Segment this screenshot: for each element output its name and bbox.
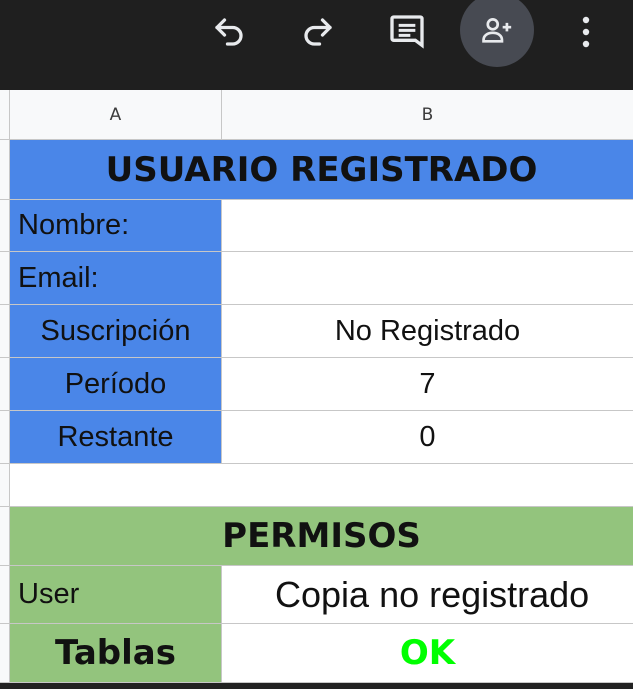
cell-label-user[interactable]: User (10, 566, 222, 624)
empty-row[interactable] (10, 464, 633, 507)
redo-button[interactable] (295, 0, 341, 64)
cell-value-user[interactable]: Copia no registrado (222, 566, 633, 624)
more-vert-icon (582, 16, 590, 48)
cell-label-suscripcion[interactable]: Suscripción (10, 305, 222, 358)
cell-value-periodo[interactable]: 7 (222, 358, 633, 411)
row-header[interactable] (0, 566, 10, 624)
undo-button[interactable] (206, 0, 252, 64)
cell-value-email[interactable] (222, 252, 633, 305)
cell-label-tablas[interactable]: Tablas (10, 624, 222, 683)
more-options-button[interactable] (570, 0, 602, 64)
section-title-usuario[interactable]: USUARIO REGISTRADO (10, 140, 633, 200)
cell-value-suscripcion[interactable]: No Registrado (222, 305, 633, 358)
row-header[interactable] (0, 624, 10, 683)
comment-icon (390, 15, 424, 49)
cell-value-nombre[interactable] (222, 200, 633, 252)
cell-label-nombre[interactable]: Nombre: (10, 200, 222, 252)
share-button[interactable] (460, 0, 534, 67)
app-toolbar (0, 0, 633, 90)
row-header[interactable] (0, 358, 10, 411)
undo-icon (215, 18, 243, 46)
redo-icon (304, 18, 332, 46)
column-header-a[interactable]: A (10, 90, 222, 140)
row-header[interactable] (0, 464, 10, 507)
row-header[interactable] (0, 305, 10, 358)
cell-label-restante[interactable]: Restante (10, 411, 222, 464)
row-header[interactable] (0, 507, 10, 566)
row-header[interactable] (0, 200, 10, 252)
comment-button[interactable] (384, 0, 430, 64)
cell-value-tablas[interactable]: OK (222, 624, 633, 683)
spreadsheet-grid: A B USUARIO REGISTRADO Nombre: Email: Su… (0, 90, 633, 689)
section-title-permisos[interactable]: PERMISOS (10, 507, 633, 566)
bottom-bar (0, 683, 633, 689)
cell-label-periodo[interactable]: Período (10, 358, 222, 411)
row-header[interactable] (0, 252, 10, 305)
row-header[interactable] (0, 411, 10, 464)
select-all-corner[interactable] (0, 90, 10, 140)
row-header[interactable] (0, 140, 10, 200)
column-header-b[interactable]: B (222, 90, 633, 140)
add-person-icon (482, 18, 512, 43)
cell-label-email[interactable]: Email: (10, 252, 222, 305)
cell-value-restante[interactable]: 0 (222, 411, 633, 464)
